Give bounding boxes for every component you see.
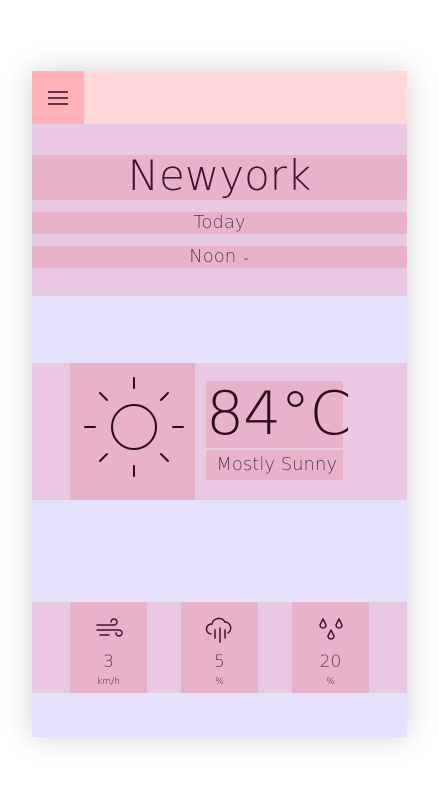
precipitation-value: 5 bbox=[214, 652, 225, 672]
wind-value: 3 bbox=[103, 652, 114, 672]
current-weather: 84°C Mostly Sunny bbox=[32, 363, 407, 500]
city-name: Newyork bbox=[32, 155, 407, 200]
menu-button[interactable] bbox=[32, 71, 84, 124]
precipitation-stat: 5 % bbox=[181, 602, 258, 693]
day-label: Today bbox=[32, 212, 407, 234]
wind-unit: km/h bbox=[97, 677, 120, 687]
condition-label: Mostly Sunny bbox=[206, 450, 343, 480]
weather-app-window: Newyork Today Noon ⌄ 84°C Mostly Sunny 3… bbox=[32, 71, 407, 737]
location-section: Newyork Today Noon ⌄ bbox=[32, 124, 407, 296]
humidity-value: 20 bbox=[319, 652, 342, 672]
wind-stat: 3 km/h bbox=[70, 602, 147, 693]
time-selector[interactable]: Noon ⌄ bbox=[32, 246, 407, 268]
top-bar bbox=[32, 71, 407, 124]
precipitation-unit: % bbox=[215, 677, 224, 687]
chevron-down-icon: ⌄ bbox=[242, 253, 250, 263]
humidity-drops-icon bbox=[319, 618, 343, 640]
humidity-stat: 20 % bbox=[292, 602, 369, 693]
hamburger-menu-icon bbox=[48, 90, 68, 105]
time-label: Noon bbox=[189, 246, 237, 267]
weather-icon-panel bbox=[70, 363, 195, 500]
temperature: 84°C bbox=[206, 379, 351, 449]
wind-icon bbox=[96, 618, 123, 637]
rain-cloud-icon bbox=[205, 617, 232, 643]
sun-icon bbox=[84, 377, 184, 477]
humidity-unit: % bbox=[326, 677, 335, 687]
stats-row: 3 km/h 5 % 20 % bbox=[32, 602, 407, 693]
